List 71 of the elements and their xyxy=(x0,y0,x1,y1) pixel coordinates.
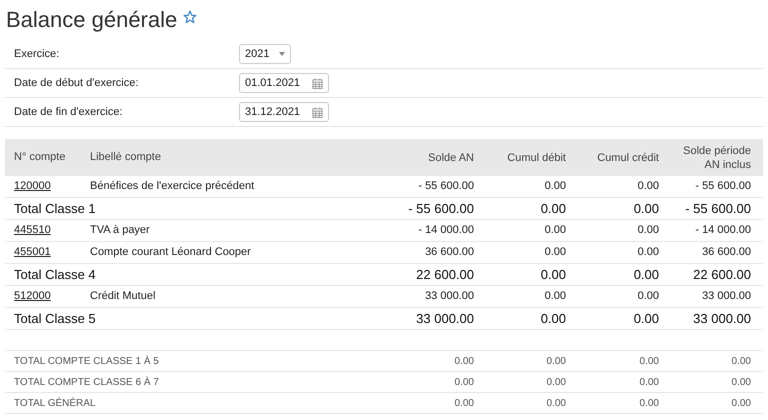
table-cell-text: 33 000.00 xyxy=(693,310,751,328)
column-header: Libellé compte xyxy=(90,150,162,166)
table-cell-text: 0.00 xyxy=(634,310,659,328)
table-cell-text: 0.00 xyxy=(540,266,566,284)
table-cell-text: 33 000.00 xyxy=(425,289,474,304)
table-cell-text: 0.00 xyxy=(640,376,659,390)
table-cell-text: 0.00 xyxy=(454,396,474,410)
star-icon[interactable] xyxy=(183,10,198,24)
field-label: Exercice: xyxy=(14,46,60,62)
table-cell-text: 0.00 xyxy=(546,376,566,390)
total-label: Total Classe 1 xyxy=(14,200,96,216)
table-cell-text: 0.00 xyxy=(540,310,566,328)
table-cell-text: TVA à payer xyxy=(90,223,151,238)
table-cell-text: 0.00 xyxy=(454,354,474,368)
table-cell-text: 0.00 xyxy=(544,289,566,304)
table-cell-text: 0.00 xyxy=(732,354,751,368)
account-link[interactable]: 512000 xyxy=(14,290,51,302)
table-cell-text: 33 000.00 xyxy=(416,310,474,328)
calendar-icon[interactable] xyxy=(312,78,323,88)
table-cell-text: - 55 600.00 xyxy=(418,179,474,194)
table-cell-text: 36 600.00 xyxy=(702,245,751,260)
date-field[interactable]: 31.12.2021 xyxy=(239,102,329,122)
table-cell-text: 0.00 xyxy=(638,245,659,260)
column-header: Cumul crédit xyxy=(596,150,659,164)
table-cell-text: 0.00 xyxy=(634,200,659,218)
calendar-icon[interactable] xyxy=(312,106,323,118)
summary-label: TOTAL COMPTE CLASSE 1 À 5 xyxy=(14,356,159,366)
field-label: Date de fin d'exercice: xyxy=(14,104,124,120)
account-link[interactable]: 445510 xyxy=(14,224,51,236)
column-header: Cumul débit xyxy=(506,150,566,164)
year-select[interactable]: 2021 xyxy=(239,44,292,64)
table-cell-text: 0.00 xyxy=(634,266,659,284)
total-label: Total Classe 5 xyxy=(14,310,96,326)
table-cell-text: - 55 600.00 xyxy=(408,200,474,218)
table-cell-text: 36 600.00 xyxy=(425,245,474,260)
table-cell-text: 0.00 xyxy=(454,376,474,390)
table-cell-text: 0.00 xyxy=(544,245,566,260)
table-cell-text: 33 000.00 xyxy=(702,289,751,304)
account-link[interactable]: 455001 xyxy=(14,246,51,258)
table-cell-text: 0.00 xyxy=(544,223,566,238)
table-cell-text: 22 600.00 xyxy=(693,266,751,284)
table-cell-text: 0.00 xyxy=(638,179,659,194)
table-cell-text: 0.00 xyxy=(540,200,566,218)
table-cell-text: 0.00 xyxy=(546,354,566,368)
column-header: N° compte xyxy=(13,150,66,166)
table-cell-text: Compte courant Léonard Cooper xyxy=(90,245,252,260)
table-cell-text: 0.00 xyxy=(544,179,566,194)
table-cell-text: - 55 600.00 xyxy=(695,179,751,194)
table-cell-text: 0.00 xyxy=(640,396,659,410)
table-cell-text: 0.00 xyxy=(546,396,566,410)
table-cell-text: 0.00 xyxy=(732,396,751,410)
table-cell-text: - 14 000.00 xyxy=(695,223,751,238)
table-cell-text: Crédit Mutuel xyxy=(90,289,156,304)
page-title: Balance générale xyxy=(6,6,178,34)
table-cell-text: Bénéfices de l'exercice précédent xyxy=(90,179,256,194)
summary-label: TOTAL GÉNÉRAL xyxy=(14,398,96,408)
total-label: Total Classe 4 xyxy=(14,266,96,282)
table-cell-text: 0.00 xyxy=(638,289,659,304)
date-field[interactable]: 01.01.2021 xyxy=(239,73,329,93)
column-header: Solde AN xyxy=(427,150,474,164)
column-header: Solde période AN inclus xyxy=(682,144,751,172)
table-cell-text: - 14 000.00 xyxy=(418,223,474,238)
caret-icon xyxy=(279,52,286,56)
field-label: Date de début d'exercice: xyxy=(14,76,140,91)
table-cell-text: 0.00 xyxy=(640,354,659,368)
table-cell-text: - 55 600.00 xyxy=(685,200,751,218)
account-link[interactable]: 120000 xyxy=(14,180,51,192)
table-cell-text: 0.00 xyxy=(638,223,659,238)
table-cell-text: 0.00 xyxy=(732,376,751,390)
summary-label: TOTAL COMPTE CLASSE 6 À 7 xyxy=(14,376,159,388)
table-cell-text: 22 600.00 xyxy=(416,266,474,284)
